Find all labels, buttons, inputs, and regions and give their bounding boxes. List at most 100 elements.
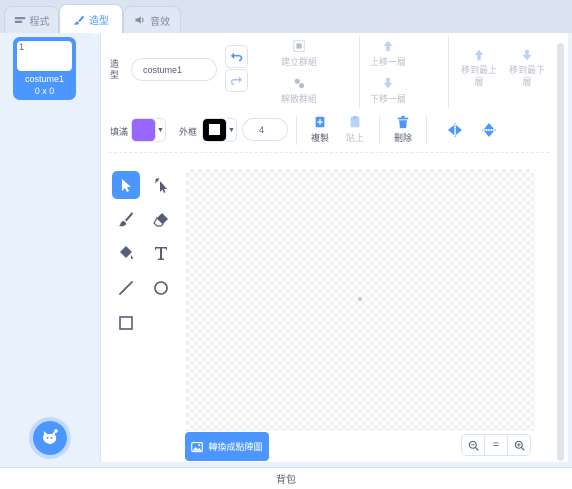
reshape-tool[interactable] xyxy=(147,171,175,199)
back-label: 移到最下層 xyxy=(509,65,546,87)
chevron-down-icon: ▼ xyxy=(228,126,235,134)
paint-editor: 造型 costume1 建立群組 解散群組 上移一層 下移一層 移到最上層 移到… xyxy=(100,33,568,462)
fill-color-swatch[interactable] xyxy=(131,118,156,142)
forward-button[interactable]: 上移一層 xyxy=(368,39,408,68)
backpack-label: 背包 xyxy=(276,475,296,486)
outline-label: 外框 xyxy=(179,127,198,137)
outline-dropdown[interactable]: ▼ xyxy=(227,118,237,142)
copy-button[interactable]: 複製 xyxy=(306,115,334,144)
flip-horizontal-icon xyxy=(447,122,462,137)
zoom-reset-button[interactable]: = xyxy=(485,435,508,455)
toolbar-divider xyxy=(109,152,549,153)
text-tool[interactable] xyxy=(147,239,175,267)
backpack-bar[interactable]: 背包 xyxy=(0,467,572,489)
undo-button[interactable] xyxy=(225,45,248,68)
convert-label: 轉換成點陣圖 xyxy=(208,442,263,452)
eraser-icon xyxy=(153,213,168,227)
redo-button[interactable] xyxy=(225,69,248,92)
editor-tabs: 程式 造型 音效 xyxy=(0,0,572,34)
delete-button[interactable]: 刪除 xyxy=(389,115,417,144)
ungroup-icon xyxy=(294,78,305,89)
brush-tool[interactable] xyxy=(112,205,140,233)
ungroup-label: 解散群組 xyxy=(280,94,317,104)
delete-label: 刪除 xyxy=(393,133,412,143)
tab-code[interactable]: 程式 xyxy=(4,6,59,33)
paint-bucket-icon xyxy=(120,246,133,259)
fill-dropdown[interactable]: ▼ xyxy=(156,118,166,142)
rectangle-tool[interactable] xyxy=(112,309,140,337)
costume-number: 1 xyxy=(19,42,25,52)
front-button[interactable]: 移到最上層 xyxy=(457,48,501,88)
line-tool[interactable] xyxy=(112,274,140,302)
to-back-icon xyxy=(522,49,532,61)
group-button[interactable]: 建立群組 xyxy=(279,39,319,68)
cursor-icon xyxy=(122,179,131,192)
group-label: 建立群組 xyxy=(280,57,317,67)
costume-name-input[interactable]: costume1 xyxy=(131,58,217,81)
tab-code-label: 程式 xyxy=(29,16,50,28)
canvas-center-marker xyxy=(358,297,362,301)
costume-size: 0 x 0 xyxy=(34,86,55,96)
image-icon xyxy=(191,441,204,452)
backward-label: 下移一層 xyxy=(369,94,406,104)
rectangle-icon xyxy=(119,316,133,330)
tab-sounds-label: 音效 xyxy=(150,16,170,28)
tab-sounds[interactable]: 音效 xyxy=(123,6,181,33)
fill-tool[interactable] xyxy=(112,239,140,267)
zoom-in-icon xyxy=(514,440,525,451)
zoom-out-button[interactable] xyxy=(462,435,485,455)
group-icon xyxy=(293,40,305,52)
brush-icon xyxy=(73,15,85,25)
fill-label: 填滿 xyxy=(110,127,129,137)
divider xyxy=(426,115,427,145)
to-front-icon xyxy=(474,49,484,61)
code-icon xyxy=(14,17,25,23)
flip-horizontal-button[interactable] xyxy=(443,118,466,141)
tab-costumes-label: 造型 xyxy=(89,16,109,27)
flip-vertical-icon xyxy=(481,122,496,137)
paste-button[interactable]: 貼上 xyxy=(341,115,369,144)
circle-icon xyxy=(154,281,168,295)
zoom-in-button[interactable] xyxy=(508,435,530,455)
cat-add-icon xyxy=(43,429,58,444)
paste-icon xyxy=(350,115,360,128)
forward-label: 上移一層 xyxy=(369,57,406,67)
costume-thumbnail xyxy=(17,41,72,71)
flip-vertical-button[interactable] xyxy=(477,118,500,141)
arrow-up-icon xyxy=(383,40,393,52)
convert-to-bitmap-button[interactable]: 轉換成點陣圖 xyxy=(185,432,269,461)
backward-button[interactable]: 下移一層 xyxy=(368,76,408,105)
chevron-down-icon: ▼ xyxy=(157,126,164,134)
costume-name-label: 造型 xyxy=(110,59,120,80)
front-label: 移到最上層 xyxy=(461,65,498,87)
outline-inner-square xyxy=(209,124,220,135)
outline-color-swatch[interactable] xyxy=(202,118,227,142)
paint-canvas[interactable] xyxy=(186,169,535,431)
outline-width-input[interactable]: 4 xyxy=(242,118,288,141)
copy-icon xyxy=(315,116,325,128)
back-button[interactable]: 移到最下層 xyxy=(505,48,549,88)
editor-scrollbar[interactable] xyxy=(557,43,564,461)
copy-label: 複製 xyxy=(310,133,329,143)
zoom-reset-label: = xyxy=(492,439,500,451)
reshape-icon xyxy=(154,177,167,193)
eraser-tool[interactable] xyxy=(147,205,175,233)
paste-label: 貼上 xyxy=(345,133,364,143)
ungroup-button[interactable]: 解散群組 xyxy=(279,76,319,105)
undo-icon xyxy=(230,52,243,62)
trash-icon xyxy=(397,115,409,129)
divider xyxy=(379,115,380,145)
zoom-out-icon xyxy=(468,440,479,451)
redo-icon xyxy=(230,76,243,86)
line-icon xyxy=(119,281,133,295)
costume-tile[interactable]: 1 costume1 0 x 0 xyxy=(13,37,76,100)
zoom-controls: = xyxy=(461,434,531,456)
circle-tool[interactable] xyxy=(147,274,175,302)
brush-icon xyxy=(119,212,133,227)
add-costume-button[interactable] xyxy=(33,421,67,455)
select-tool[interactable] xyxy=(112,171,140,199)
arrow-down-icon xyxy=(383,77,393,89)
tab-costumes[interactable]: 造型 xyxy=(59,4,123,34)
text-icon xyxy=(155,247,167,260)
costume-list: 1 costume1 0 x 0 xyxy=(0,33,92,462)
